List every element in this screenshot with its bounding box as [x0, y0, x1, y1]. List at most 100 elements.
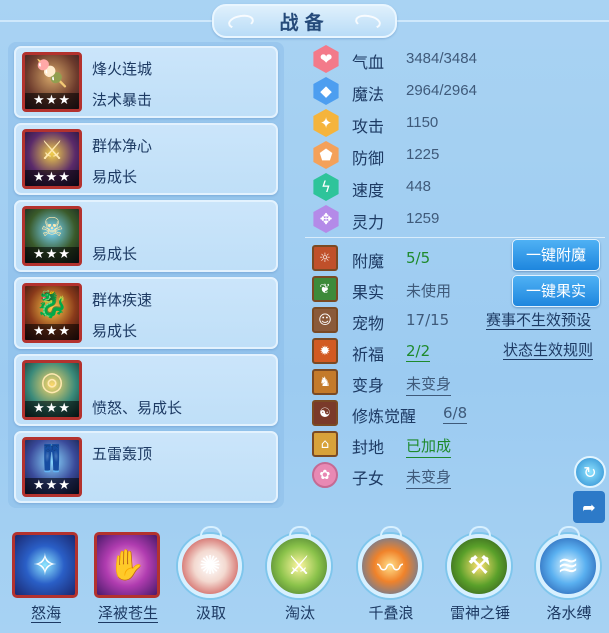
equipment-item-icon[interactable]: ⚔ ★★★	[22, 129, 82, 189]
star-rating: ★★★	[25, 478, 79, 494]
skill-name: 雷神之锤	[449, 604, 510, 622]
stat-label: 魔法	[352, 85, 385, 104]
one-click-enchant-button[interactable]: 一键附魔	[512, 239, 600, 271]
fn-value: 17/15	[406, 311, 450, 329]
thunder-hammer-skill-icon[interactable]: ⚒	[447, 526, 511, 598]
star-rating: ★★★	[25, 324, 79, 340]
skill-slot[interactable]: ✧ 怒海	[8, 528, 84, 628]
status-rules-link[interactable]: 状态生效规则	[503, 341, 594, 360]
cloud-ornament-icon	[353, 12, 383, 32]
water-bind-skill-icon[interactable]: ≋	[536, 526, 600, 598]
cultivation-icon[interactable]: ☯	[312, 400, 338, 426]
stat-spirit: ✥ 灵力 1259	[312, 205, 512, 233]
share-icon[interactable]: ➦	[573, 491, 605, 523]
transform-icon[interactable]: ♞	[312, 369, 338, 395]
section-divider	[305, 237, 605, 238]
speed-icon: ϟ	[313, 173, 339, 201]
stat-value: 1150	[406, 114, 439, 131]
fn-label: 封地	[352, 438, 385, 457]
equipment-slot[interactable]: 🐉 ★★★ 群体疾速 易成长	[14, 277, 278, 349]
stat-label: 防御	[352, 149, 385, 168]
skill-slot[interactable]: ⚔ 淘汰	[262, 526, 338, 628]
skill-slot[interactable]: ⚒ 雷神之锤	[442, 526, 518, 628]
equipment-skill-name: 五雷轰顶	[92, 445, 153, 463]
fn-value: 未使用	[406, 282, 452, 300]
blessing-icon[interactable]: ✹	[312, 338, 338, 364]
equipment-item-icon[interactable]: 🐉 ★★★	[22, 283, 82, 343]
equipment-slot[interactable]: 👖 ★★★ 五雷轰顶	[14, 431, 278, 503]
event-preset-link[interactable]: 赛事不生效预设	[486, 311, 592, 330]
equipment-slot[interactable]: ⚔ ★★★ 群体净心 易成长	[14, 123, 278, 195]
fn-label: 果实	[352, 283, 385, 302]
fruit-icon[interactable]: ❦	[312, 276, 338, 302]
pet-icon[interactable]: ☺	[312, 307, 338, 333]
stat-label: 气血	[352, 53, 385, 72]
star-rating: ★★★	[25, 247, 79, 263]
equipment-slot[interactable]: 🍡 ★★★ 烽火连城 法术暴击	[14, 46, 278, 118]
shield-icon: ⬟	[313, 141, 339, 169]
fief-icon[interactable]: ⌂	[312, 431, 338, 457]
swap-icon[interactable]: ↻	[574, 456, 606, 488]
equipment-slot[interactable]: ☠ ★★★ 易成长	[14, 200, 278, 272]
skill-name: 汲取	[195, 604, 226, 622]
stat-label: 灵力	[352, 213, 385, 232]
sword-icon: ✦	[313, 109, 339, 137]
equipment-skill-name: 群体疾速	[92, 291, 153, 309]
enchant-icon[interactable]: ☼	[312, 245, 338, 271]
stat-value: 1259	[406, 210, 440, 227]
transform-row[interactable]: ♞ 变身 未变身	[312, 368, 609, 396]
title-banner: 战备	[212, 4, 397, 38]
cultivation-row[interactable]: ☯ 修炼觉醒 6/8	[312, 399, 609, 427]
child-row[interactable]: ✿ 子女 未变身	[312, 461, 609, 489]
star-rating: ★★★	[25, 93, 79, 109]
equipment-skill-name: 群体净心	[92, 137, 153, 155]
fn-value[interactable]: 已加成	[406, 435, 452, 458]
equipment-attribute: 法术暴击	[92, 91, 153, 109]
child-icon[interactable]: ✿	[312, 462, 338, 488]
blessing-hand-skill-icon[interactable]: ✋	[94, 532, 160, 598]
equipment-item-icon[interactable]: 🍡 ★★★	[22, 52, 82, 112]
stat-value: 1225	[406, 146, 440, 163]
skill-name: 洛水缚	[546, 604, 592, 622]
eliminate-skill-icon[interactable]: ⚔	[267, 526, 331, 598]
stat-value: 3484/3484	[406, 50, 477, 67]
skill-name: 淘汰	[284, 604, 315, 622]
fn-value[interactable]: 6/8	[443, 404, 468, 424]
wave-skill-icon[interactable]: 〰	[358, 526, 422, 598]
equipment-item-icon[interactable]: 👖 ★★★	[22, 437, 82, 497]
skill-name: 泽被苍生	[97, 604, 158, 623]
stat-attack: ✦ 攻击 1150	[312, 109, 512, 137]
equipment-item-icon[interactable]: ☠ ★★★	[22, 206, 82, 266]
one-click-fruit-button[interactable]: 一键果实	[512, 275, 600, 307]
stat-label: 攻击	[352, 117, 385, 136]
equipment-item-icon[interactable]: ◎ ★★★	[22, 360, 82, 420]
stat-hp: ❤ 气血 3484/3484	[312, 45, 512, 73]
page-title: 战备	[279, 11, 330, 34]
star-rating: ★★★	[25, 401, 79, 417]
fn-value[interactable]: 未变身	[406, 466, 452, 489]
fn-value[interactable]: 未变身	[406, 373, 452, 396]
stat-value: 448	[406, 178, 432, 195]
fief-row[interactable]: ⌂ 封地 已加成	[312, 430, 609, 458]
equipment-attribute: 易成长	[92, 322, 138, 340]
cloud-ornament-icon	[226, 12, 256, 32]
skill-slot[interactable]: ≋ 洛水缚	[531, 526, 607, 628]
fn-label: 宠物	[352, 314, 385, 333]
equipment-attribute: 易成长	[92, 245, 138, 263]
absorb-skill-icon[interactable]: ✺	[178, 526, 242, 598]
star-rating: ★★★	[25, 170, 79, 186]
spirit-icon: ✥	[313, 205, 339, 233]
ocean-rage-skill-icon[interactable]: ✧	[12, 532, 78, 598]
fn-label: 祈福	[352, 345, 385, 364]
skill-slot[interactable]: 〰 千叠浪	[353, 526, 429, 628]
equipment-panel: 🍡 ★★★ 烽火连城 法术暴击 ⚔ ★★★ 群体净心 易成长 ☠ ★★★ 易成长…	[8, 42, 284, 508]
equipment-skill-name: 烽火连城	[92, 60, 153, 78]
equipment-slot[interactable]: ◎ ★★★ 愤怒、易成长	[14, 354, 278, 426]
stat-value: 2964/2964	[406, 82, 477, 99]
fn-value[interactable]: 2/2	[406, 342, 431, 362]
skill-slot[interactable]: ✺ 汲取	[173, 526, 249, 628]
skill-slot[interactable]: ✋ 泽被苍生	[90, 528, 166, 628]
equipment-attribute: 易成长	[92, 168, 138, 186]
fn-label: 修炼觉醒	[352, 407, 417, 426]
heart-icon: ❤	[313, 45, 339, 73]
